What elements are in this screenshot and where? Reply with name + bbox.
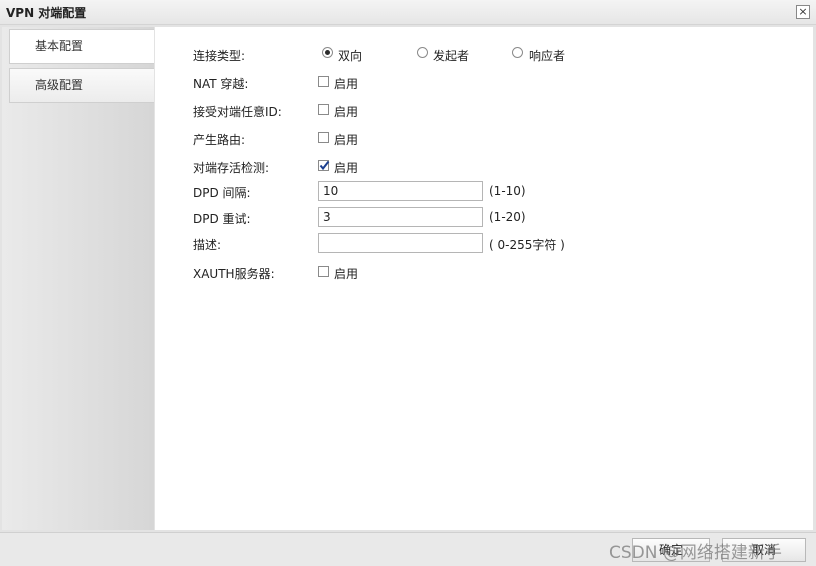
peer-alive-detection-label: 对端存活检测: [193, 161, 270, 175]
radio-responder-label: 响应者 [529, 49, 566, 63]
dialog-body: 基本配置 高级配置 连接类型: 双向 发起者 响应者 NAT 穿越: 启用 接受… [0, 25, 816, 532]
sidebar: 基本配置 高级配置 [2, 27, 154, 530]
generate-route-label: 产生路由: [193, 133, 246, 147]
row-generate-route: 产生路由: 启用 [155, 127, 805, 149]
radio-bidirectional[interactable] [322, 47, 333, 58]
accept-any-peer-id-checkbox[interactable] [318, 104, 329, 115]
dpd-interval-input[interactable] [318, 181, 483, 201]
accept-any-peer-id-label: 接受对端任意ID: [193, 105, 282, 119]
row-dpd-retry: DPD 重试: (1-20) [155, 206, 805, 228]
radio-bidirectional-label: 双向 [338, 49, 363, 63]
tab-basic-config-label: 基本配置 [35, 39, 84, 53]
radio-responder[interactable] [512, 47, 523, 58]
row-connection-type: 连接类型: 双向 发起者 响应者 [155, 43, 805, 65]
dpd-retry-hint: (1-20) [489, 210, 526, 224]
xauth-server-checkbox-label: 启用 [334, 267, 359, 281]
nat-traversal-label: NAT 穿越: [193, 77, 249, 91]
title-bar: VPN 对端配置 × [0, 0, 816, 25]
window-title: VPN 对端配置 [6, 6, 87, 20]
form-panel: 连接类型: 双向 发起者 响应者 NAT 穿越: 启用 接受对端任意ID: 启用… [155, 27, 813, 530]
description-hint: ( 0-255字符 ) [489, 238, 565, 252]
description-input[interactable] [318, 233, 483, 253]
xauth-server-label: XAUTH服务器: [193, 267, 275, 281]
dpd-interval-hint: (1-10) [489, 184, 526, 198]
row-nat-traversal: NAT 穿越: 启用 [155, 71, 805, 93]
row-dpd-interval: DPD 间隔: (1-10) [155, 180, 805, 202]
close-icon[interactable]: × [796, 5, 810, 19]
nat-traversal-checkbox[interactable] [318, 76, 329, 87]
tab-advanced-config[interactable]: 高级配置 [9, 68, 154, 103]
radio-initiator[interactable] [417, 47, 428, 58]
accept-any-peer-id-checkbox-label: 启用 [334, 105, 359, 119]
radio-initiator-label: 发起者 [433, 49, 470, 63]
watermark: CSDN @网络搭建新手 [609, 543, 782, 563]
row-xauth-server: XAUTH服务器: 启用 [155, 261, 805, 283]
dpd-interval-label: DPD 间隔: [193, 186, 251, 200]
generate-route-checkbox[interactable] [318, 132, 329, 143]
peer-alive-detection-checkbox[interactable] [318, 160, 330, 171]
description-label: 描述: [193, 238, 222, 252]
generate-route-checkbox-label: 启用 [334, 133, 359, 147]
peer-alive-detection-checkbox-label: 启用 [334, 161, 359, 175]
tab-basic-config[interactable]: 基本配置 [9, 29, 154, 64]
xauth-server-checkbox[interactable] [318, 266, 329, 277]
row-peer-alive-detection: 对端存活检测: 启用 [155, 155, 805, 177]
tab-advanced-config-label: 高级配置 [35, 78, 84, 92]
dpd-retry-input[interactable] [318, 207, 483, 227]
row-accept-any-peer-id: 接受对端任意ID: 启用 [155, 99, 805, 121]
dpd-retry-label: DPD 重试: [193, 212, 251, 226]
connection-type-label: 连接类型: [193, 49, 246, 63]
row-description: 描述: ( 0-255字符 ) [155, 232, 805, 254]
nat-traversal-checkbox-label: 启用 [334, 77, 359, 91]
checkmark-icon [319, 160, 330, 171]
